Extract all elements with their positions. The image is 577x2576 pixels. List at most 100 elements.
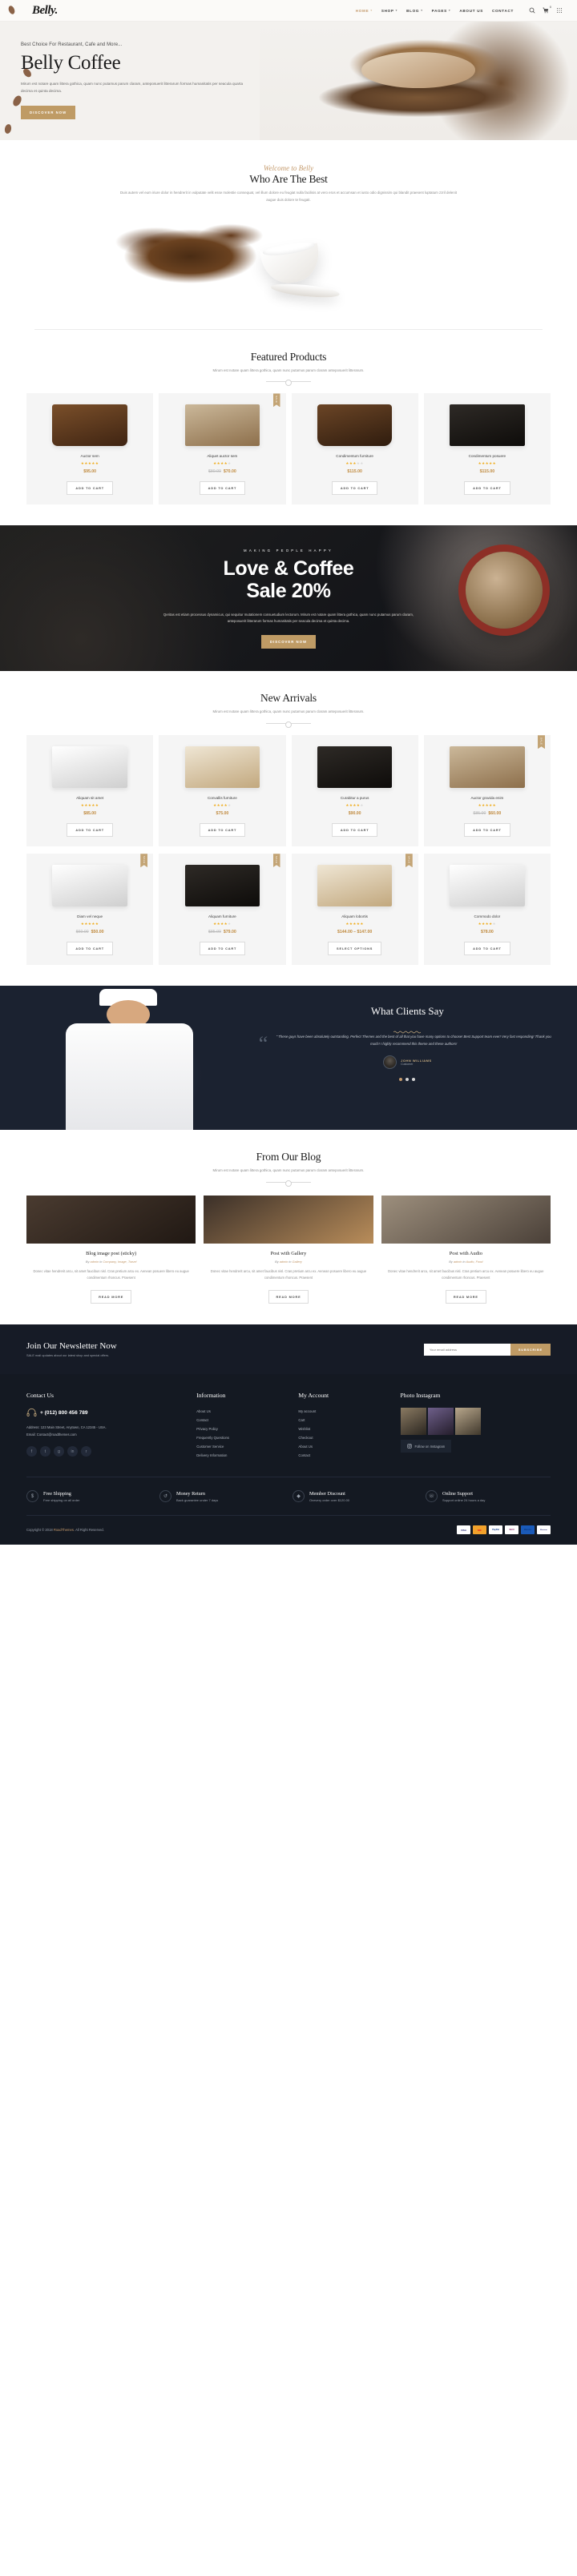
feature-subtitle: Free shipping on all order bbox=[43, 1497, 80, 1502]
testimonial-pagination[interactable] bbox=[259, 1078, 556, 1082]
post-author-link[interactable]: admin bbox=[91, 1260, 99, 1264]
saucer-graphic bbox=[270, 281, 341, 300]
add-to-cart-button[interactable]: ADD TO CART bbox=[464, 823, 510, 838]
post-title[interactable]: Post with Gallery bbox=[204, 1251, 373, 1256]
footer-email[interactable]: Email: Contact@roadthemes.com bbox=[26, 1432, 184, 1439]
select-options-button[interactable]: SELECT OPTIONS bbox=[328, 942, 382, 956]
product-card[interactable]: Curabitur a purus ★★★★★ $90.00 ADD TO CA… bbox=[291, 735, 418, 847]
footer-address: Address: 123 Main Street, Anytown, CA 12… bbox=[26, 1425, 107, 1430]
add-to-cart-button[interactable]: ADD TO CART bbox=[199, 481, 246, 496]
cart-icon[interactable]: 0 bbox=[543, 5, 551, 14]
footer-link-contact-account[interactable]: Contact bbox=[298, 1452, 387, 1461]
footer-link-customer-service[interactable]: Customer Service bbox=[196, 1443, 285, 1452]
blog-post-card[interactable]: Blog image post (sticky) By admin in Com… bbox=[26, 1196, 196, 1304]
slider-track[interactable] bbox=[266, 1182, 311, 1184]
nav-item-blog[interactable]: BLOG ▾ bbox=[406, 9, 423, 13]
post-title[interactable]: Blog image post (sticky) bbox=[26, 1251, 196, 1256]
pagination-dot[interactable] bbox=[399, 1078, 403, 1082]
footer-phone-number[interactable]: + (012) 800 456 789 bbox=[40, 1410, 88, 1416]
read-more-button[interactable]: READ MORE bbox=[91, 1290, 132, 1304]
pagination-dot[interactable] bbox=[406, 1078, 410, 1082]
instagram-photo[interactable] bbox=[427, 1408, 454, 1436]
post-title[interactable]: Post with Audio bbox=[381, 1251, 551, 1256]
nav-item-home[interactable]: HOME ▾ bbox=[356, 9, 373, 13]
add-to-cart-button[interactable]: ADD TO CART bbox=[67, 481, 113, 496]
product-image bbox=[317, 865, 393, 907]
instagram-follow-button[interactable]: Follow on Instagram bbox=[400, 1440, 452, 1453]
instagram-photo[interactable] bbox=[400, 1408, 426, 1436]
read-more-button[interactable]: READ MORE bbox=[268, 1290, 309, 1304]
blog-post-card[interactable]: Post with Gallery By admin in Gallery Do… bbox=[204, 1196, 373, 1304]
footer-link-about-us[interactable]: About Us bbox=[196, 1408, 285, 1417]
newsletter-subscribe-button[interactable]: SUBSCRIBE bbox=[510, 1343, 551, 1356]
product-card[interactable]: SALE Auctor gravida enim ★★★★★ $85.00 $60… bbox=[423, 735, 551, 847]
product-rating: ★★★★★ bbox=[213, 803, 232, 808]
blog-post-card[interactable]: Post with Audio By admin in Audio, Food … bbox=[381, 1196, 551, 1304]
google-plus-icon[interactable]: g bbox=[54, 1446, 64, 1457]
add-to-cart-button[interactable]: ADD TO CART bbox=[67, 823, 113, 838]
add-to-cart-button[interactable]: ADD TO CART bbox=[464, 481, 510, 496]
footer-link-my-account[interactable]: My account bbox=[298, 1408, 387, 1417]
product-card[interactable]: Condimentum posuere ★★★★★ $115.00 ADD TO… bbox=[423, 393, 551, 505]
rss-icon[interactable]: r bbox=[81, 1446, 91, 1457]
post-author-link[interactable]: admin bbox=[280, 1260, 288, 1264]
product-card[interactable]: SALE Aliquam lobortis ★★★★★ $144.00 – $1… bbox=[291, 854, 418, 966]
footer-link-cart[interactable]: Cart bbox=[298, 1417, 387, 1425]
add-to-cart-button[interactable]: ADD TO CART bbox=[464, 942, 510, 956]
facebook-icon[interactable]: f bbox=[26, 1446, 37, 1457]
product-image bbox=[450, 865, 525, 907]
post-author-link[interactable]: admin bbox=[454, 1260, 462, 1264]
blog-post-grid: Blog image post (sticky) By admin in Com… bbox=[0, 1196, 577, 1304]
about-script-heading: Welcome to Belly bbox=[263, 164, 314, 172]
add-to-cart-button[interactable]: ADD TO CART bbox=[199, 942, 246, 956]
footer-link-wishlist[interactable]: Wishlist bbox=[298, 1425, 387, 1434]
instagram-follow-label: Follow on Instagram bbox=[414, 1444, 446, 1449]
product-card[interactable]: Auctor sem ★★★★★ $95.00 ADD TO CART bbox=[26, 393, 154, 505]
nav-item-about-us[interactable]: ABOUT US bbox=[459, 9, 483, 13]
hero-description: Mirum est notare quam littera gothica, q… bbox=[21, 82, 244, 93]
instagram-photo[interactable] bbox=[454, 1408, 481, 1436]
nav-item-pages[interactable]: PAGES ▾ bbox=[432, 9, 451, 13]
feature-text: Money Return Back guarantee under 7 days bbox=[176, 1491, 218, 1502]
footer-link-frequently-questions[interactable]: Frequently Questions bbox=[196, 1434, 285, 1443]
post-category-link[interactable]: Audio, Food bbox=[466, 1260, 482, 1264]
add-to-cart-button[interactable]: ADD TO CART bbox=[199, 823, 246, 838]
sale-ribbon: SALE bbox=[538, 735, 545, 749]
footer-link-contact[interactable]: Contact bbox=[196, 1417, 285, 1425]
footer-columns: Contact Us + (012) 800 456 789 Address: … bbox=[26, 1392, 551, 1461]
product-card[interactable]: Condimentum furniture ★★★★★ $115.00 ADD … bbox=[291, 393, 418, 505]
add-to-cart-button[interactable]: ADD TO CART bbox=[331, 481, 378, 496]
product-card[interactable]: SALE Diam vel neque ★★★★★ $60.00 $50.00 A… bbox=[26, 854, 154, 966]
site-logo[interactable]: Belly. bbox=[32, 4, 58, 18]
nav-item-shop[interactable]: SHOP ▾ bbox=[381, 9, 397, 13]
post-category-link[interactable]: Gallery bbox=[293, 1260, 302, 1264]
product-card[interactable]: SALE Aliquet auctor sem ★★★★★ $80.00 $70.… bbox=[159, 393, 286, 505]
footer-link-delivery-information[interactable]: Delivery Information bbox=[196, 1452, 285, 1461]
pagination-dot[interactable] bbox=[412, 1078, 416, 1082]
search-icon[interactable] bbox=[529, 7, 535, 14]
coffee-splash-image bbox=[0, 210, 577, 315]
hero-discover-button[interactable]: DISCOVER NOW bbox=[21, 105, 76, 119]
footer-link-checkout[interactable]: Checkout bbox=[298, 1434, 387, 1443]
grid-menu-icon[interactable] bbox=[556, 7, 563, 14]
add-to-cart-button[interactable]: ADD TO CART bbox=[67, 942, 113, 956]
copyright-brand[interactable]: RoadThemes bbox=[54, 1528, 74, 1532]
about-title: Who Are The Best bbox=[249, 173, 328, 185]
nav-item-contact[interactable]: CONTACT bbox=[492, 9, 514, 13]
testimonial-author: JOHN WILLIAMS Customer bbox=[259, 1055, 556, 1070]
promo-discover-button[interactable]: DISCOVER NOW bbox=[260, 635, 317, 649]
slider-track[interactable] bbox=[266, 723, 311, 725]
product-card[interactable]: Commodo dolor ★★★★★ $78.00 ADD TO CART bbox=[423, 854, 551, 966]
linkedin-icon[interactable]: in bbox=[67, 1446, 78, 1457]
product-card[interactable]: Aliquam sit amet ★★★★★ $85.00 ADD TO CAR… bbox=[26, 735, 154, 847]
product-card[interactable]: SALE Aliquam furniture ★★★★★ $85.00 $79.0… bbox=[159, 854, 286, 966]
add-to-cart-button[interactable]: ADD TO CART bbox=[331, 823, 378, 838]
newsletter-email-input[interactable] bbox=[423, 1343, 510, 1356]
footer-link-about-us-account[interactable]: About Us bbox=[298, 1443, 387, 1452]
post-category-link[interactable]: Company, Image, Travel bbox=[103, 1260, 136, 1264]
product-card[interactable]: Convallis furniture ★★★★★ $75.00 ADD TO … bbox=[159, 735, 286, 847]
twitter-icon[interactable]: t bbox=[40, 1446, 50, 1457]
footer-link-privacy-policy[interactable]: Privacy Policy bbox=[196, 1425, 285, 1434]
slider-track[interactable] bbox=[266, 381, 311, 383]
read-more-button[interactable]: READ MORE bbox=[445, 1290, 486, 1304]
